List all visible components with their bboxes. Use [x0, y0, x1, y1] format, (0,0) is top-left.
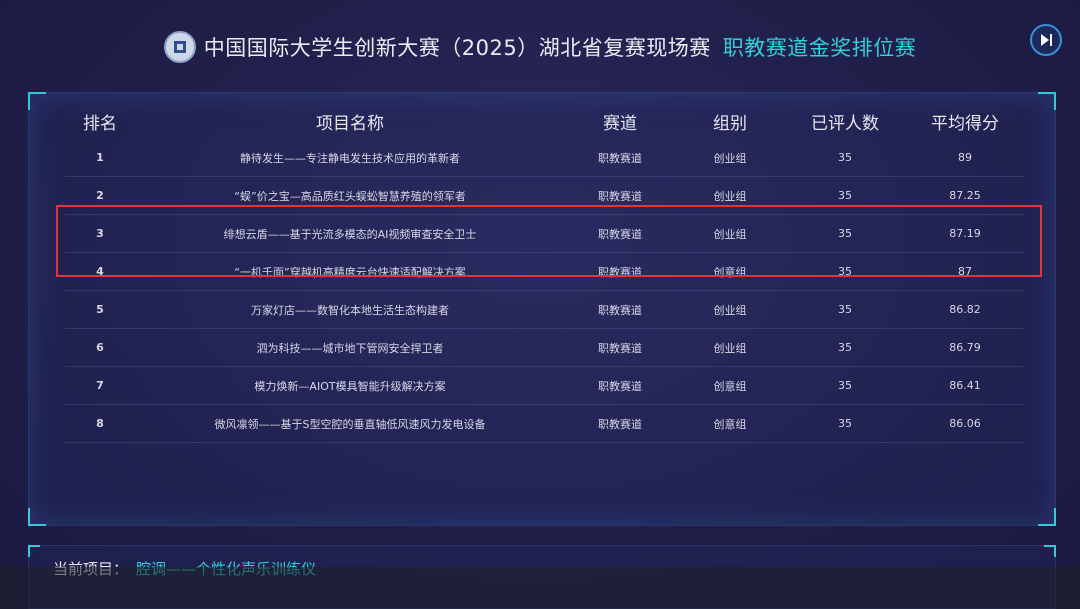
project-name-cell: “蜈”价之宝—高品质红头蜈蚣智慧养殖的领军者	[135, 176, 565, 215]
count-cell: 35	[785, 139, 905, 177]
track-cell: 职教赛道	[565, 176, 675, 215]
group-cell: 创意组	[675, 404, 785, 443]
header-track: 赛道	[603, 113, 637, 134]
ranking-table: 排名 项目名称 赛道 组别 已评人数 平均得分 1 静待发生——专注静电发生技术…	[65, 103, 1025, 443]
track-cell: 职教赛道	[565, 404, 675, 443]
rank-cell: 2	[65, 176, 135, 215]
skip-forward-button[interactable]	[1030, 24, 1062, 56]
project-name-cell: 微风凛领——基于S型空腔的垂直轴低风速风力发电设备	[135, 404, 565, 443]
header: 中国国际大学生创新大赛（2025）湖北省复赛现场赛 职教赛道金奖排位赛	[0, 22, 1080, 72]
group-cell: 创业组	[675, 214, 785, 253]
project-name-cell: 绯想云盾——基于光流多模态的AI视频审查安全卫士	[135, 214, 565, 253]
group-cell: 创业组	[675, 328, 785, 367]
table-row: 8 微风凛领——基于S型空腔的垂直轴低风速风力发电设备 职教赛道 创意组 35 …	[65, 404, 1025, 443]
rank-cell: 6	[65, 328, 135, 367]
page-title: 中国国际大学生创新大赛（2025）湖北省复赛现场赛	[203, 36, 711, 60]
track-cell: 职教赛道	[565, 290, 675, 329]
group-cell: 创业组	[675, 176, 785, 215]
table-row: 6 泗为科技——城市地下管网安全捍卫者 职教赛道 创业组 35 86.79	[65, 328, 1025, 367]
group-cell: 创业组	[675, 290, 785, 329]
score-cell: 86.41	[905, 366, 1025, 405]
rank-cell: 4	[65, 252, 135, 291]
count-cell: 35	[785, 252, 905, 291]
table-row: 1 静待发生——专注静电发生技术应用的革新者 职教赛道 创业组 35 89	[65, 139, 1025, 177]
project-name-cell: 泗为科技——城市地下管网安全捍卫者	[135, 328, 565, 367]
ranking-panel: 排名 项目名称 赛道 组别 已评人数 平均得分 1 静待发生——专注静电发生技术…	[28, 92, 1056, 526]
project-name-cell: 万家灯店——数智化本地生活生态构建者	[135, 290, 565, 329]
video-overlay-bar	[0, 567, 1080, 609]
project-name-cell: 模力焕新—AIOT模具智能升级解决方案	[135, 366, 565, 405]
table-row: 4 “一机千面”穿越机高精度云台快速适配解决方案 职教赛道 创意组 35 87	[65, 252, 1025, 291]
score-cell: 87.19	[905, 214, 1025, 253]
project-name-cell: 静待发生——专注静电发生技术应用的革新者	[135, 139, 565, 177]
track-cell: 职教赛道	[565, 328, 675, 367]
emblem-icon	[163, 31, 196, 63]
header-rank: 排名	[83, 113, 117, 134]
track-cell: 职教赛道	[565, 139, 675, 177]
rank-cell: 8	[65, 404, 135, 443]
score-cell: 89	[905, 139, 1025, 177]
rank-cell: 1	[65, 139, 135, 177]
count-cell: 35	[785, 404, 905, 443]
score-cell: 86.79	[905, 328, 1025, 367]
project-name-cell: “一机千面”穿越机高精度云台快速适配解决方案	[135, 252, 565, 291]
score-cell: 86.06	[905, 404, 1025, 443]
table-row: 3 绯想云盾——基于光流多模态的AI视频审查安全卫士 职教赛道 创业组 35 8…	[65, 214, 1025, 253]
page-subtitle: 职教赛道金奖排位赛	[722, 36, 917, 60]
count-cell: 35	[785, 290, 905, 329]
score-cell: 87.25	[905, 176, 1025, 215]
score-cell: 86.82	[905, 290, 1025, 329]
group-cell: 创意组	[675, 366, 785, 405]
count-cell: 35	[785, 366, 905, 405]
header-group: 组别	[713, 113, 747, 134]
group-cell: 创意组	[675, 252, 785, 291]
track-cell: 职教赛道	[565, 366, 675, 405]
count-cell: 35	[785, 176, 905, 215]
track-cell: 职教赛道	[565, 252, 675, 291]
rank-cell: 3	[65, 214, 135, 253]
table-row: 7 模力焕新—AIOT模具智能升级解决方案 职教赛道 创意组 35 86.41	[65, 366, 1025, 405]
track-cell: 职教赛道	[565, 214, 675, 253]
header-count: 已评人数	[811, 113, 879, 134]
table-row: 2 “蜈”价之宝—高品质红头蜈蚣智慧养殖的领军者 职教赛道 创业组 35 87.…	[65, 176, 1025, 215]
score-cell: 87	[905, 252, 1025, 291]
skip-forward-icon	[1041, 34, 1052, 46]
rank-cell: 7	[65, 366, 135, 405]
group-cell: 创业组	[675, 139, 785, 177]
count-cell: 35	[785, 214, 905, 253]
header-score: 平均得分	[931, 113, 999, 134]
table-row: 5 万家灯店——数智化本地生活生态构建者 职教赛道 创业组 35 86.82	[65, 290, 1025, 329]
rank-cell: 5	[65, 290, 135, 329]
header-name: 项目名称	[316, 113, 384, 134]
table-header-row: 排名 项目名称 赛道 组别 已评人数 平均得分	[65, 103, 1025, 139]
count-cell: 35	[785, 328, 905, 367]
